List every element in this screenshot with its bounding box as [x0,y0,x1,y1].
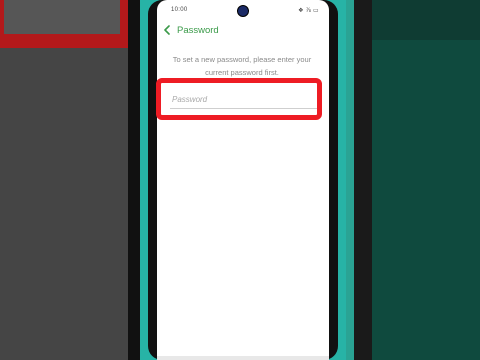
blurred-background-left [0,0,140,360]
nav-header: Password [163,22,219,38]
status-icons: ❖ ⅞ ▭ [298,8,319,14]
status-bar: 10:00 ❖ ⅞ ▭ [157,0,329,18]
instruction-text: To set a new password, please enter your… [172,55,312,77]
chevron-left-icon[interactable] [163,25,171,35]
status-time: 10:00 [171,7,188,13]
password-input[interactable] [170,90,322,109]
blurred-highlight-box [0,0,128,48]
phone-screen: 10:00 ❖ ⅞ ▭ Password To set a new passwo… [157,0,329,360]
page-title: Password [177,24,219,36]
blurred-background-right [346,0,480,360]
front-camera [237,5,249,17]
video-frame: 10:00 ❖ ⅞ ▭ Password To set a new passwo… [0,0,480,360]
